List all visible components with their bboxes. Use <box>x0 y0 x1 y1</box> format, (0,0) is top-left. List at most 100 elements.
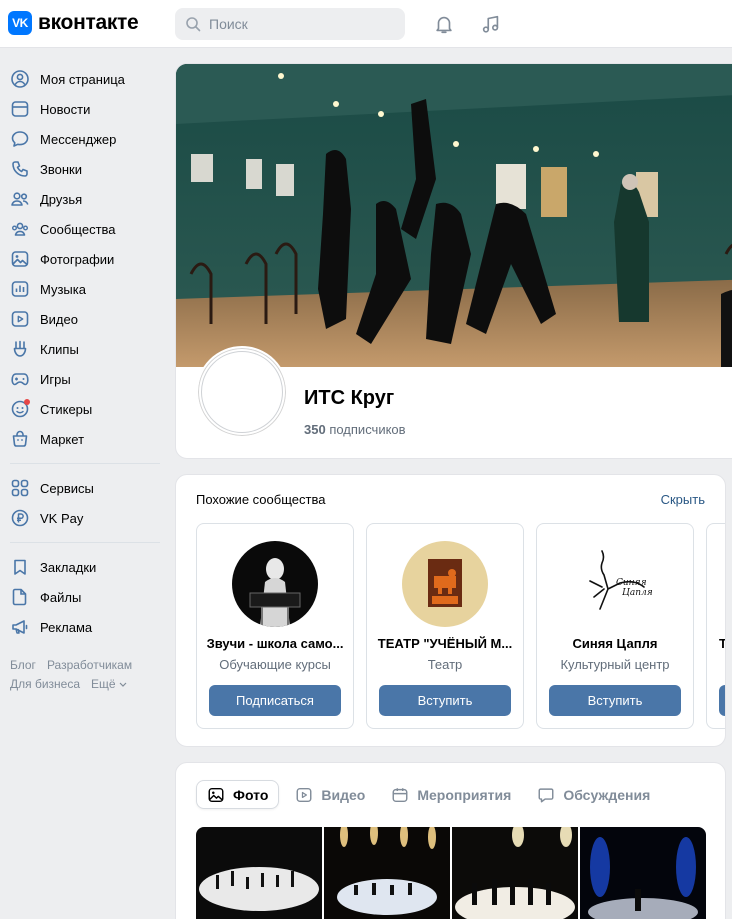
similar-community-item[interactable]: Т <box>706 523 725 729</box>
tab-discussions[interactable]: Обсуждения <box>527 780 660 809</box>
hide-link[interactable]: Скрыть <box>661 492 705 507</box>
tab-events[interactable]: Мероприятия <box>381 780 521 809</box>
sidebar-item-label: Файлы <box>40 589 82 605</box>
photo-icon <box>10 249 30 269</box>
chat-bubble-icon <box>10 129 30 149</box>
sidebar-item-music[interactable]: Музыка <box>0 274 165 304</box>
chevron-down-icon <box>119 682 127 687</box>
search-box[interactable] <box>175 8 405 40</box>
community-avatar <box>402 541 488 627</box>
tab-label: Фото <box>233 786 269 803</box>
footer-link-developers[interactable]: Разработчикам <box>47 658 132 672</box>
footer-link-more[interactable]: Ещё <box>91 677 127 691</box>
megaphone-icon <box>10 617 30 637</box>
sidebar-item-label: Клипы <box>40 341 79 357</box>
video-icon <box>10 309 30 329</box>
community-avatar <box>232 541 318 627</box>
vk-logo[interactable]: VK вконтакте <box>8 11 139 35</box>
sidebar-item-clips[interactable]: Клипы <box>0 334 165 364</box>
subscribers-label: подписчиков <box>329 422 406 437</box>
sidebar-item-label: Игры <box>40 371 71 387</box>
photo-thumbnail[interactable] <box>196 827 322 919</box>
sidebar-item-calls[interactable]: Звонки <box>0 154 165 184</box>
community-name: Синяя Цапля <box>572 636 658 651</box>
photo-icon <box>208 787 224 802</box>
community-avatar[interactable] <box>196 346 288 438</box>
section-title: Похожие сообщества <box>196 492 326 507</box>
sidebar-item-label: Новости <box>40 101 91 117</box>
gamepad-icon <box>10 369 30 389</box>
cover-image <box>176 64 732 367</box>
photo-thumbnail[interactable] <box>580 827 706 919</box>
sidebar-item-friends[interactable]: Друзья <box>0 184 165 214</box>
sidebar-item-ads[interactable]: Реклама <box>0 612 165 642</box>
discussion-icon <box>538 787 554 802</box>
sidebar-item-services[interactable]: Сервисы <box>0 473 165 503</box>
sidebar-item-news[interactable]: Новости <box>0 94 165 124</box>
footer-link-blog[interactable]: Блог <box>10 658 36 672</box>
tab-photos[interactable]: Фото <box>196 780 280 809</box>
top-bar: VK вконтакте <box>0 0 732 48</box>
community-name: Звучи - школа само... <box>206 636 344 651</box>
search-icon <box>186 17 201 32</box>
similar-community-item[interactable]: Синяя Цапля Синяя Цапля Культурный центр … <box>536 523 694 729</box>
sidebar-item-my-page[interactable]: Моя страница <box>0 64 165 94</box>
sidebar-item-label: Мессенджер <box>40 131 117 147</box>
community-category: Обучающие курсы <box>219 657 331 672</box>
tab-label: Обсуждения <box>563 786 651 803</box>
communities-icon <box>10 219 30 239</box>
logo-lettering: Синяя <box>616 578 647 588</box>
join-button[interactable] <box>719 685 725 716</box>
sidebar-divider <box>10 463 160 464</box>
photo-thumbnail[interactable] <box>324 827 450 919</box>
bell-icon[interactable] <box>432 12 456 36</box>
photo-thumbnail[interactable] <box>452 827 578 919</box>
sidebar-item-vk-pay[interactable]: VK Pay <box>0 503 165 533</box>
join-button[interactable]: Вступить <box>549 685 681 716</box>
sidebar-item-market[interactable]: Маркет <box>0 424 165 454</box>
sidebar-item-files[interactable]: Файлы <box>0 582 165 612</box>
sidebar-item-label: Сервисы <box>40 480 94 496</box>
bookmark-icon <box>10 557 30 577</box>
phone-icon <box>10 159 30 179</box>
footer-link-business[interactable]: Для бизнеса <box>10 677 80 691</box>
community-category: Культурный центр <box>560 657 670 672</box>
subscribe-button[interactable]: Подписаться <box>209 685 341 716</box>
vk-logo-icon: VK <box>8 11 32 35</box>
sidebar-item-communities[interactable]: Сообщества <box>0 214 165 244</box>
sidebar-footer: Блог Разработчикам Для бизнеса Ещё <box>0 656 165 694</box>
user-circle-icon <box>10 69 30 89</box>
similar-community-item[interactable]: ТЕАТР "УЧЁНЫЙ М... Театр Вступить <box>366 523 524 729</box>
sidebar-item-label: Реклама <box>40 619 93 635</box>
media-card: Фото Видео Мероприятия Обсуждения <box>175 762 726 919</box>
community-name: ТЕАТР "УЧЁНЫЙ М... <box>377 636 513 651</box>
calendar-icon <box>392 787 408 802</box>
join-button[interactable]: Вступить <box>379 685 511 716</box>
sidebar-item-games[interactable]: Игры <box>0 364 165 394</box>
media-tabs: Фото Видео Мероприятия Обсуждения <box>196 780 666 809</box>
sidebar: Моя страница Новости Мессенджер Звонки Д… <box>0 64 165 694</box>
sidebar-item-label: Фотографии <box>40 251 115 267</box>
sidebar-item-label: Видео <box>40 311 78 327</box>
sidebar-divider <box>10 542 160 543</box>
community-category: Театр <box>427 657 463 672</box>
tab-video[interactable]: Видео <box>285 780 375 809</box>
community-avatar: Синяя Цапля <box>572 541 658 627</box>
sidebar-item-messenger[interactable]: Мессенджер <box>0 124 165 154</box>
sticker-icon <box>10 399 30 419</box>
news-icon <box>10 99 30 119</box>
music-icon[interactable] <box>479 12 503 36</box>
search-input[interactable] <box>209 16 399 32</box>
sidebar-item-bookmarks[interactable]: Закладки <box>0 552 165 582</box>
sidebar-item-stickers[interactable]: Стикеры <box>0 394 165 424</box>
sidebar-item-label: Сообщества <box>40 221 116 237</box>
sidebar-item-label: Друзья <box>40 191 83 207</box>
footer-link-more-label: Ещё <box>91 677 116 691</box>
sidebar-item-video[interactable]: Видео <box>0 304 165 334</box>
subscribers-count[interactable]: 350 подписчиков <box>304 422 406 437</box>
sidebar-item-photos[interactable]: Фотографии <box>0 244 165 274</box>
file-icon <box>10 587 30 607</box>
sidebar-item-label: VK Pay <box>40 510 84 526</box>
sidebar-item-label: Звонки <box>40 161 82 177</box>
similar-community-item[interactable]: Звучи - школа само... Обучающие курсы По… <box>196 523 354 729</box>
